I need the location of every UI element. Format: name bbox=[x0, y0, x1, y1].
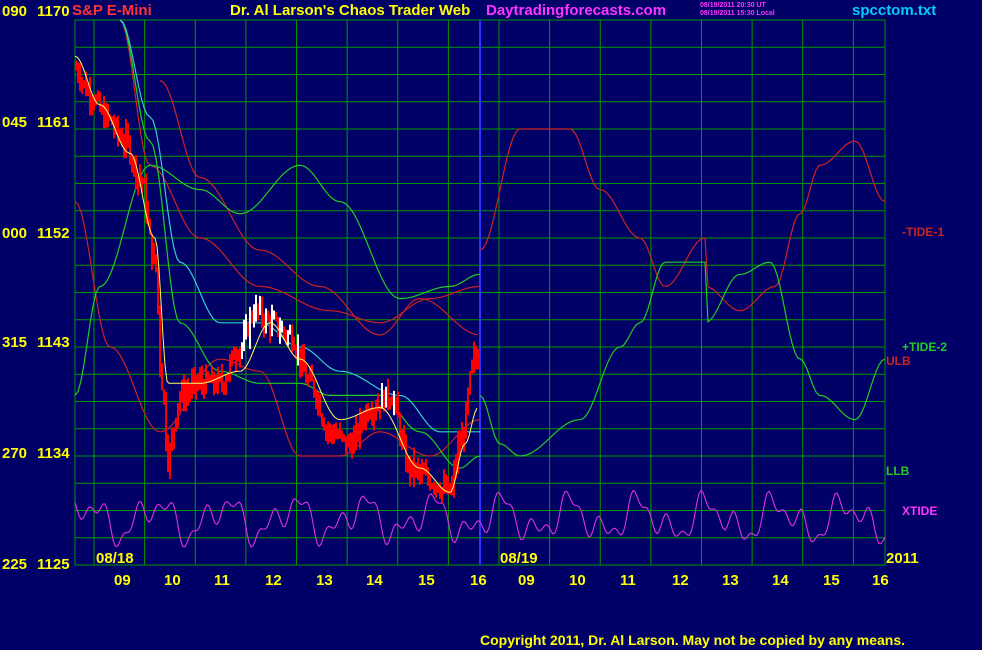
y-angle-label: 000 bbox=[2, 225, 28, 242]
chart-title: Dr. Al Larson's Chaos Trader Web bbox=[230, 2, 471, 19]
legend-tide1: -TIDE-1 bbox=[902, 225, 944, 239]
legend-xtide: XTIDE bbox=[902, 504, 938, 518]
legend-llb: LLB bbox=[886, 464, 910, 478]
legend-tide2: +TIDE-2 bbox=[902, 340, 948, 354]
year-label: 2011 bbox=[886, 550, 919, 567]
legend-ulb: ULB bbox=[886, 354, 911, 368]
y-tick-label: 1170 bbox=[37, 3, 70, 20]
tide2-line bbox=[479, 261, 886, 457]
x-tick-label: 16 bbox=[872, 572, 889, 589]
x-tick-label: 11 bbox=[214, 572, 230, 589]
copyright: Copyright 2011, Dr. Al Larson. May not b… bbox=[480, 632, 906, 648]
x-tick-label: 13 bbox=[316, 572, 333, 589]
y-angle-label: 225 bbox=[2, 556, 28, 573]
site-link[interactable]: Daytradingforecasts.com bbox=[486, 2, 666, 19]
x-tick-label: 09 bbox=[518, 572, 535, 589]
x-tick-label: 15 bbox=[823, 572, 840, 589]
x-tick-label: 10 bbox=[164, 572, 181, 589]
x-tick-label: 15 bbox=[418, 572, 435, 589]
llb-line bbox=[74, 164, 481, 396]
x-tick-label: 12 bbox=[265, 572, 282, 589]
y-tick-label: 1143 bbox=[37, 334, 70, 351]
y-angle-label: 315 bbox=[2, 334, 28, 351]
y-tick-label: 1134 bbox=[37, 445, 70, 462]
y-angle-label: 090 bbox=[2, 3, 28, 20]
tide1-mid-line bbox=[159, 80, 479, 336]
x-tick-label: 09 bbox=[114, 572, 131, 589]
price-average-line bbox=[74, 55, 478, 493]
tide2-lower-line bbox=[119, 19, 481, 469]
date-label: 08/18 bbox=[96, 550, 134, 567]
x-tick-label: 14 bbox=[772, 572, 789, 589]
x-tick-label: 10 bbox=[569, 572, 586, 589]
file-name: spcctom.txt bbox=[852, 2, 937, 19]
y-tick-label: 1161 bbox=[37, 114, 70, 131]
chart-canvas bbox=[74, 19, 886, 566]
date-label: 08/19 bbox=[500, 550, 538, 567]
stamp-ut: 08/19/2011 20:30 UT bbox=[700, 2, 766, 9]
y-angle-label: 270 bbox=[2, 445, 28, 462]
x-tick-label: 13 bbox=[722, 572, 739, 589]
x-tick-label: 16 bbox=[470, 572, 487, 589]
stamp-local: 08/19/2011 15:30 Local bbox=[700, 10, 775, 17]
chart-symbol: S&P E-Mini bbox=[72, 2, 152, 19]
y-angle-label: 045 bbox=[2, 114, 28, 131]
x-tick-label: 12 bbox=[672, 572, 689, 589]
x-tick-label: 11 bbox=[620, 572, 636, 589]
y-tick-label: 1125 bbox=[37, 556, 70, 573]
x-tick-label: 14 bbox=[366, 572, 383, 589]
y-tick-label: 1152 bbox=[37, 225, 70, 242]
